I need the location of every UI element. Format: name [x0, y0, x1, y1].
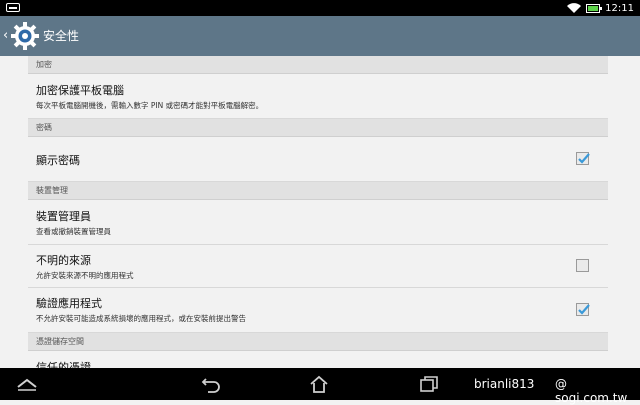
wifi-icon — [567, 3, 582, 13]
verify-apps-item[interactable]: 驗證應用程式 不允許安裝可能造成系統損壞的應用程式，或在安裝前提出警告 — [28, 288, 608, 333]
settings-list: 加密 加密保護平板電腦 每次平板電腦開機後，需輸入數字 PIN 或密碼才能對平板… — [28, 56, 608, 368]
device-administrators-item[interactable]: 裝置管理員 查看或撤銷裝置管理員 — [28, 200, 608, 245]
encrypt-tablet-item[interactable]: 加密保護平板電腦 每次平板電腦開機後，需輸入數字 PIN 或密碼才能對平板電腦解… — [28, 74, 608, 119]
section-header-credential-storage: 憑證儲存空間 — [28, 333, 608, 351]
item-title: 裝置管理員 — [36, 210, 91, 223]
show-password-checkbox[interactable] — [576, 152, 590, 165]
up-navigation-icon[interactable]: ‹ — [3, 27, 8, 45]
item-summary: 每次平板電腦開機後，需輸入數字 PIN 或密碼才能對平板電腦解密。 — [36, 101, 264, 110]
settings-gear-icon[interactable] — [9, 20, 41, 52]
action-bar: ‹ 安全性 — [0, 16, 640, 56]
clock: 12:11 — [605, 2, 634, 14]
unknown-sources-checkbox[interactable] — [576, 259, 589, 272]
recents-icon[interactable] — [418, 374, 440, 394]
battery-icon — [586, 3, 603, 13]
section-header-encryption: 加密 — [28, 56, 608, 74]
watermark-user: brianli813 — [474, 377, 535, 391]
trusted-credentials-item[interactable]: 信任的憑證 — [28, 351, 608, 368]
item-title: 顯示密碼 — [36, 154, 80, 167]
verify-apps-checkbox[interactable] — [576, 303, 590, 316]
page-title: 安全性 — [43, 29, 80, 43]
item-title: 不明的來源 — [36, 254, 91, 267]
item-title: 驗證應用程式 — [36, 297, 102, 310]
notification-icon — [6, 3, 20, 12]
item-summary: 不允許安裝可能造成系統損壞的應用程式，或在安裝前提出警告 — [36, 314, 246, 323]
back-icon[interactable] — [200, 374, 222, 394]
unknown-sources-item[interactable]: 不明的來源 允許安裝來源不明的應用程式 — [28, 245, 608, 288]
item-summary: 允許安裝來源不明的應用程式 — [36, 271, 134, 280]
navigation-bar: brianli813 @ sogi.com.tw — [0, 368, 640, 405]
watermark-site: @ sogi.com.tw — [555, 377, 628, 405]
status-bar: 12:11 — [0, 0, 640, 16]
item-title: 信任的憑證 — [36, 361, 91, 368]
item-summary: 查看或撤銷裝置管理員 — [36, 227, 111, 236]
menu-chevron-icon[interactable] — [16, 374, 38, 394]
show-password-item[interactable]: 顯示密碼 — [28, 137, 608, 182]
section-header-password: 密碼 — [28, 119, 608, 137]
home-icon[interactable] — [308, 374, 330, 394]
section-header-device-admin: 裝置管理 — [28, 182, 608, 200]
checkmark-icon — [578, 304, 590, 315]
checkmark-icon — [578, 153, 590, 164]
item-title: 加密保護平板電腦 — [36, 84, 124, 97]
